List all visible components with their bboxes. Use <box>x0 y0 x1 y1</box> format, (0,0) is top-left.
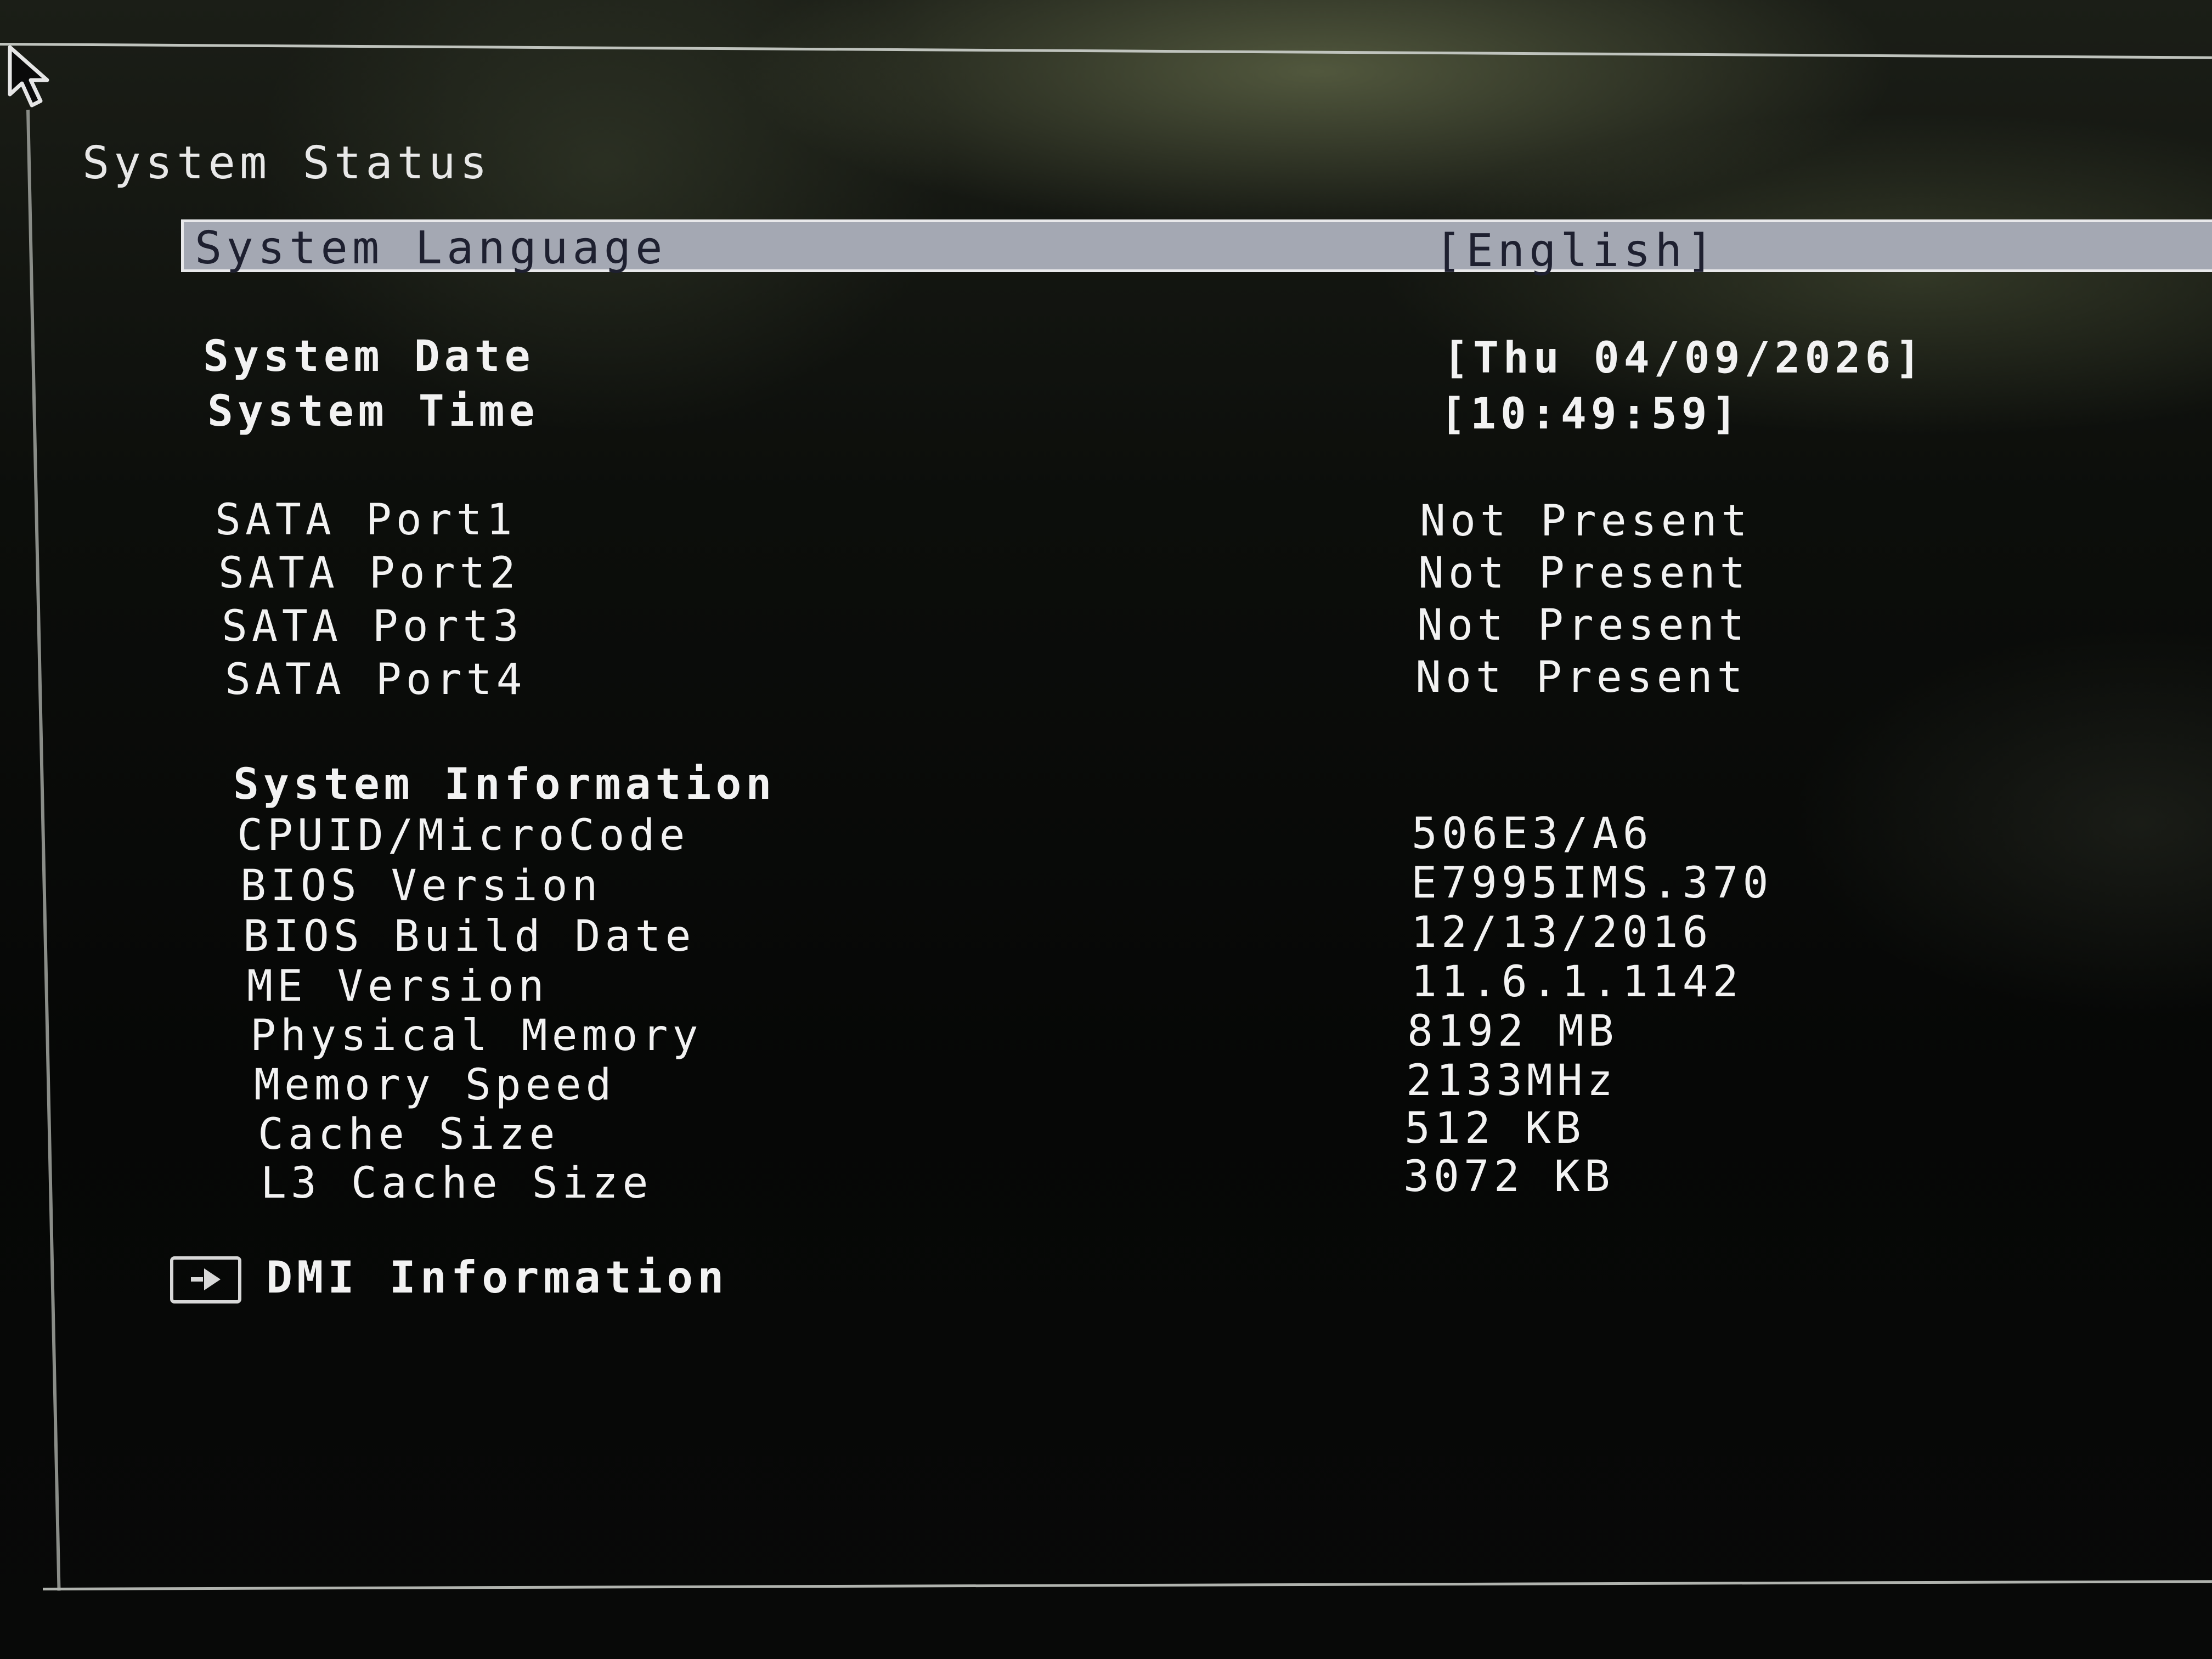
cpuid-microcode-value: 506E3/A6 <box>1412 809 1653 859</box>
sata-port-label: SATA Port2 <box>218 549 520 598</box>
dmi-information-label: DMI Information <box>266 1252 729 1303</box>
bios-version-label: BIOS Version <box>240 861 602 911</box>
me-version-value: 11.6.1.1142 <box>1411 957 1743 1007</box>
sata-port-value: Not Present <box>1417 601 1749 650</box>
l3-cache-size-value: 3072 KB <box>1403 1152 1615 1201</box>
sata-port-label: SATA Port1 <box>215 495 517 545</box>
sata-port-value: Not Present <box>1418 549 1750 598</box>
page-title: System Status <box>82 137 492 189</box>
sata-port-value: Not Present <box>1415 653 1747 702</box>
frame-bottom-border <box>42 1580 2212 1590</box>
physical-memory-label: Physical Memory <box>250 1011 703 1060</box>
bios-screen: System Status System Language [English] … <box>0 0 2212 1659</box>
cache-size-value: 512 KB <box>1404 1104 1585 1153</box>
bios-build-date-label: BIOS Build Date <box>243 912 696 961</box>
sata-port-label: SATA Port4 <box>225 655 527 704</box>
system-time-value[interactable]: [10:49:59] <box>1440 390 1742 439</box>
bios-version-value: E7995IMS.370 <box>1411 859 1773 908</box>
system-information-heading: System Information <box>233 760 776 809</box>
submenu-arrow-icon <box>170 1256 241 1304</box>
frame-left-border <box>26 109 61 1591</box>
memory-speed-value: 2133MHz <box>1406 1056 1617 1105</box>
sata-port-value: Not Present <box>1420 496 1752 546</box>
cache-size-label: Cache Size <box>258 1110 560 1159</box>
physical-memory-value: 8192 MB <box>1407 1007 1618 1056</box>
system-language-label: System Language <box>195 222 667 274</box>
system-language-value[interactable]: [English] <box>1435 225 1718 277</box>
l3-cache-size-label: L3 Cache Size <box>261 1159 653 1208</box>
system-time-label: System Time <box>207 387 539 436</box>
me-version-label: ME Version <box>247 962 549 1011</box>
frame-top-border <box>0 43 2212 59</box>
mouse-pointer-icon <box>8 45 49 108</box>
memory-speed-label: Memory Speed <box>254 1060 616 1110</box>
system-date-value[interactable]: [Thu 04/09/2026] <box>1443 334 1925 383</box>
system-date-label: System Date <box>203 332 535 381</box>
cpuid-microcode-label: CPUID/MicroCode <box>237 811 690 860</box>
bios-build-date-value: 12/13/2016 <box>1411 908 1713 957</box>
sata-port-label: SATA Port3 <box>222 602 523 651</box>
